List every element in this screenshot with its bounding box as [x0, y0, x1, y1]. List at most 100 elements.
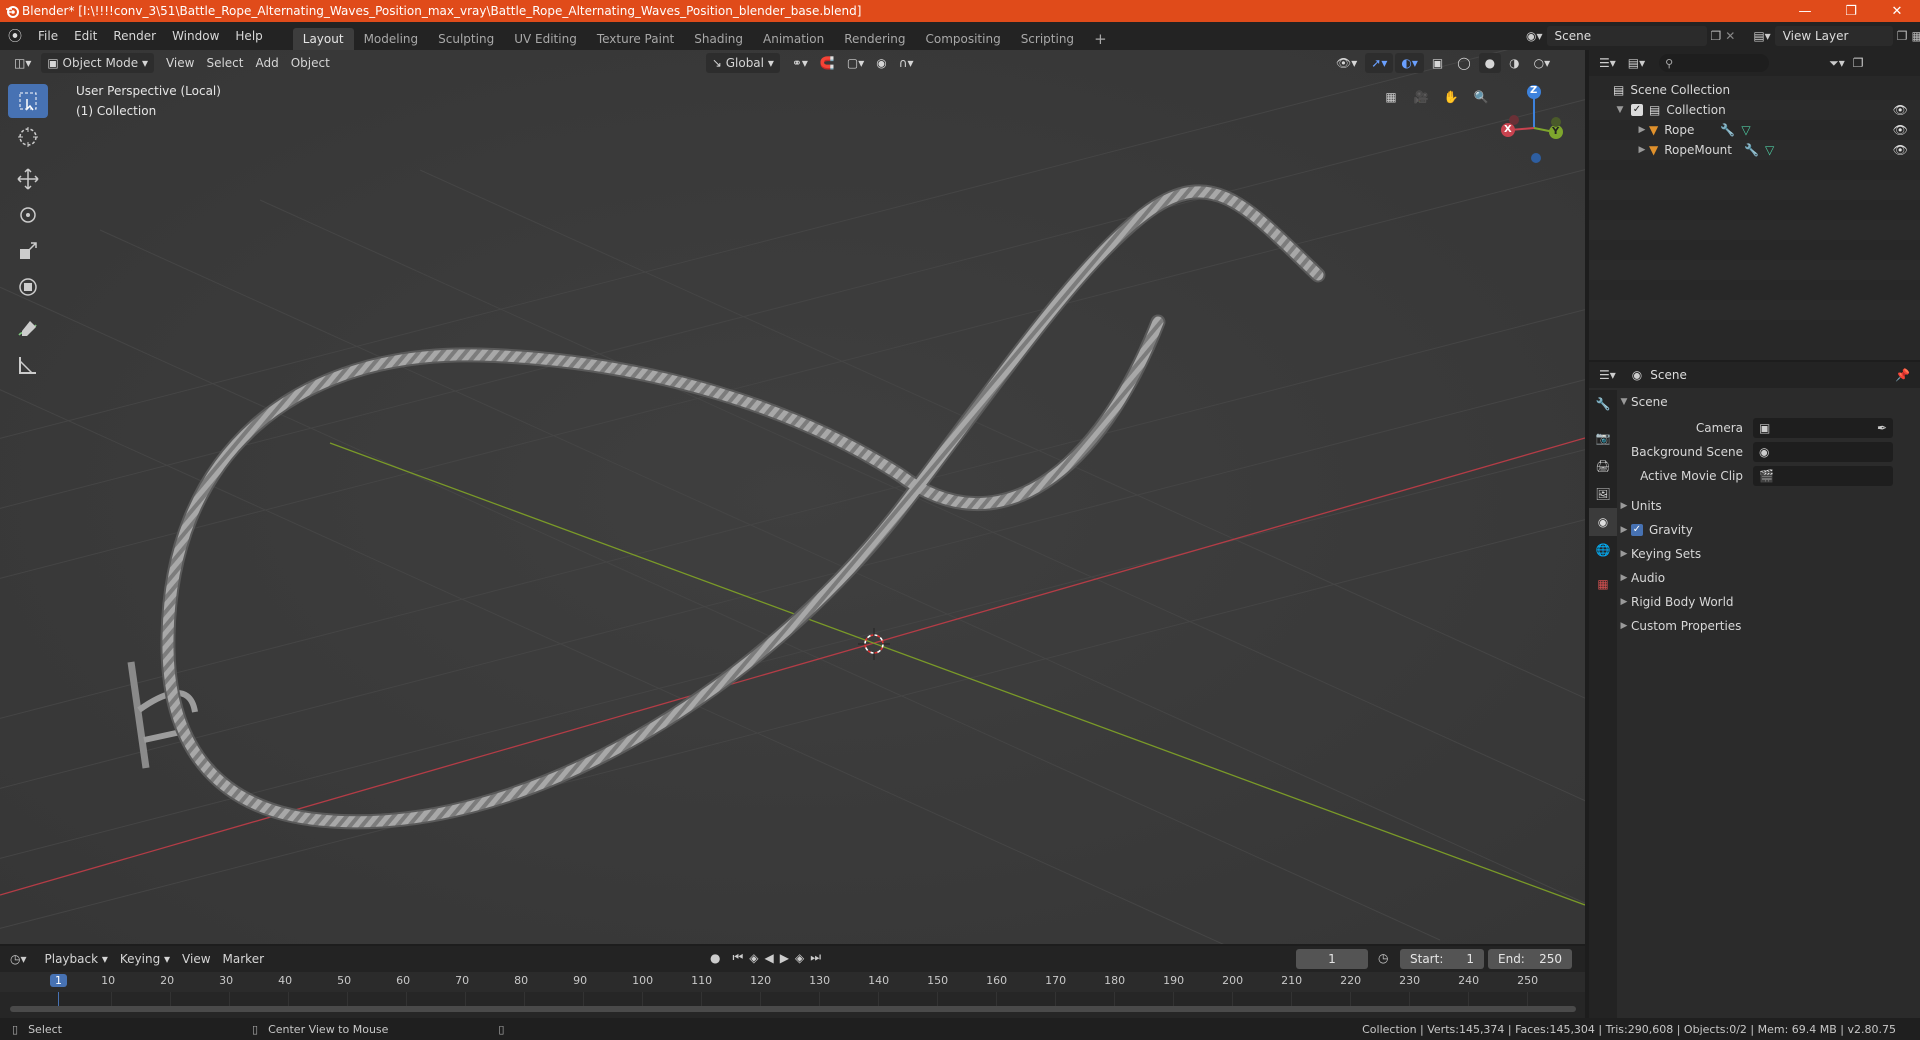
scene-panel-header[interactable]: ▼ Scene — [1617, 390, 1920, 414]
next-keyframe-icon[interactable]: ◈ — [795, 951, 804, 965]
end-frame-field[interactable]: End: 250 — [1488, 949, 1572, 969]
menu-timeline-view[interactable]: View — [176, 949, 216, 969]
add-workspace-button[interactable]: + — [1084, 28, 1117, 50]
jump-end-icon[interactable]: ⏭ — [810, 950, 821, 965]
view-layer-browse-icon[interactable]: ▤▾ — [1753, 29, 1770, 43]
tab-animation[interactable]: Animation — [753, 28, 834, 50]
menu-add[interactable]: Add — [250, 53, 285, 73]
tab-rendering[interactable]: Rendering — [834, 28, 915, 50]
current-frame-field[interactable]: 1 — [1296, 949, 1368, 969]
mesh-data-icon[interactable]: ▽ — [1741, 123, 1750, 137]
xray-icon[interactable]: ▣ — [1426, 53, 1449, 73]
delete-scene-icon[interactable]: ✕ — [1725, 29, 1735, 43]
audio-panel-header[interactable]: ▶ Audio — [1617, 566, 1920, 590]
camera-view-icon[interactable]: 🎥 — [1410, 86, 1432, 108]
outliner-editor-icon[interactable]: ☰▾ — [1599, 56, 1616, 70]
play-icon[interactable]: ▶ — [780, 951, 789, 965]
proportional-edit-icon[interactable]: ◉ — [870, 53, 892, 73]
tab-sculpting[interactable]: Sculpting — [428, 28, 504, 50]
snap-target-icon[interactable]: ▢▾ — [841, 53, 870, 73]
snap-icon[interactable]: 🧲 — [814, 53, 841, 73]
menu-playback[interactable]: Playback ▾ — [39, 949, 114, 969]
clock-icon[interactable]: ◷ — [1378, 951, 1388, 965]
overlay-toggle-icon[interactable]: ◐▾ — [1395, 53, 1424, 73]
record-icon[interactable]: ● — [710, 951, 720, 965]
close-icon[interactable]: ✕ — [1874, 0, 1920, 22]
scene-selector[interactable]: Scene — [1546, 26, 1707, 46]
menu-render[interactable]: Render — [105, 22, 164, 50]
background-scene-field[interactable]: ◉ — [1753, 442, 1893, 462]
proportional-falloff-icon[interactable]: ∩▾ — [893, 53, 920, 73]
display-mode-icon[interactable]: ▤▾ — [1628, 56, 1645, 70]
minimize-icon[interactable]: — — [1782, 0, 1828, 22]
menu-view[interactable]: View — [160, 53, 200, 73]
menu-help[interactable]: Help — [227, 22, 270, 50]
collection-checkbox[interactable]: ✓ — [1631, 104, 1643, 116]
play-reverse-icon[interactable]: ◀ — [765, 951, 774, 965]
camera-field[interactable]: ▣ ✒ — [1753, 418, 1893, 438]
tab-texture-paint[interactable]: Texture Paint — [587, 28, 684, 50]
tool-tab[interactable]: 🔧 — [1589, 390, 1617, 418]
zoom-view-icon[interactable]: 🔍 — [1470, 86, 1492, 108]
eye-icon[interactable]: 👁 — [1893, 123, 1908, 137]
move-tool[interactable] — [8, 162, 48, 196]
blender-menu-icon[interactable]: ⦿ — [0, 26, 30, 46]
pivot-point-icon[interactable]: ⚭▾ — [786, 53, 814, 73]
keying-sets-panel-header[interactable]: ▶ Keying Sets — [1617, 542, 1920, 566]
menu-object[interactable]: Object — [285, 53, 336, 73]
gravity-checkbox[interactable]: ✓ — [1631, 524, 1643, 536]
rotate-tool[interactable] — [8, 198, 48, 232]
expand-arrow-icon[interactable]: ▶ — [1635, 145, 1649, 155]
prev-keyframe-icon[interactable]: ◈ — [749, 951, 758, 965]
restore-icon[interactable]: ❐ — [1828, 0, 1874, 22]
new-collection-icon[interactable]: ❐ — [1853, 56, 1864, 70]
active-movie-clip-field[interactable]: 🎬 — [1753, 466, 1893, 486]
cursor-tool[interactable] — [8, 120, 48, 154]
menu-select[interactable]: Select — [200, 53, 249, 73]
menu-window[interactable]: Window — [164, 22, 227, 50]
rigid-body-world-panel-header[interactable]: ▶ Rigid Body World — [1617, 590, 1920, 614]
toggle-ortho-icon[interactable]: ▦ — [1380, 86, 1402, 108]
jump-start-icon[interactable]: ⏮ — [732, 950, 743, 965]
units-panel-header[interactable]: ▶ Units — [1617, 494, 1920, 518]
filter-icon[interactable]: ⏷▾ — [1829, 56, 1845, 71]
measure-tool[interactable] — [8, 348, 48, 382]
pan-view-icon[interactable]: ✋ — [1440, 86, 1462, 108]
view-layer-selector[interactable]: View Layer — [1774, 26, 1893, 46]
expand-arrow-icon[interactable]: ▶ — [1635, 125, 1649, 135]
scene-tab[interactable]: ◉ — [1589, 508, 1617, 536]
custom-properties-panel-header[interactable]: ▶ Custom Properties — [1617, 614, 1920, 638]
outliner-row-scene-collection[interactable]: ▤ Scene Collection — [1589, 80, 1920, 100]
start-frame-field[interactable]: Start: 1 — [1400, 949, 1484, 969]
scene-browse-icon[interactable]: ◉▾ — [1526, 29, 1543, 43]
view-layer-tab[interactable]: 🖼 — [1589, 480, 1617, 508]
tab-shading[interactable]: Shading — [684, 28, 753, 50]
timeline-ruler[interactable]: 1 10 20 30 40 50 60 70 80 90 100 110 120 130 140 150 160… — [0, 972, 1585, 1010]
transform-orientation-dropdown[interactable]: ↘ Global ▾ — [705, 53, 780, 73]
new-view-layer-icon[interactable]: ❐ — [1897, 29, 1908, 43]
output-tab[interactable]: 🖨 — [1589, 452, 1617, 480]
menu-file[interactable]: File — [30, 22, 66, 50]
outliner-row-rope[interactable]: ▶ ▼ Rope 🔧 ▽ 👁 — [1589, 120, 1920, 140]
remove-view-layer-icon[interactable]: ▦ — [1911, 29, 1920, 43]
annotate-tool[interactable] — [8, 312, 48, 346]
timeline-scrollbar[interactable] — [10, 1006, 1576, 1012]
render-tab[interactable]: 📷 — [1589, 424, 1617, 452]
transform-tool[interactable] — [8, 270, 48, 304]
wireframe-shading-icon[interactable]: ◯ — [1451, 53, 1476, 73]
gizmo-toggle-icon[interactable]: ➚▾ — [1365, 53, 1394, 73]
modifier-icon[interactable]: 🔧 — [1720, 123, 1735, 137]
eye-icon[interactable]: 👁 — [1893, 143, 1908, 157]
mesh-data-icon[interactable]: ▽ — [1765, 143, 1774, 157]
editor-type-icon[interactable]: ◫▾ — [8, 53, 37, 73]
scale-tool[interactable] — [8, 234, 48, 268]
eye-icon[interactable]: 👁 — [1893, 103, 1908, 117]
expand-arrow-icon[interactable]: ▼ — [1613, 105, 1627, 115]
tab-scripting[interactable]: Scripting — [1011, 28, 1084, 50]
menu-keying[interactable]: Keying ▾ — [114, 949, 176, 969]
outliner-row-ropemount[interactable]: ▶ ▼ RopeMount 🔧 ▽ 👁 — [1589, 140, 1920, 160]
world-tab[interactable]: 🌐 — [1589, 536, 1617, 564]
outliner-row-collection[interactable]: ▼ ✓ ▤ Collection 👁 — [1589, 100, 1920, 120]
tab-modeling[interactable]: Modeling — [354, 28, 429, 50]
tab-compositing[interactable]: Compositing — [915, 28, 1010, 50]
